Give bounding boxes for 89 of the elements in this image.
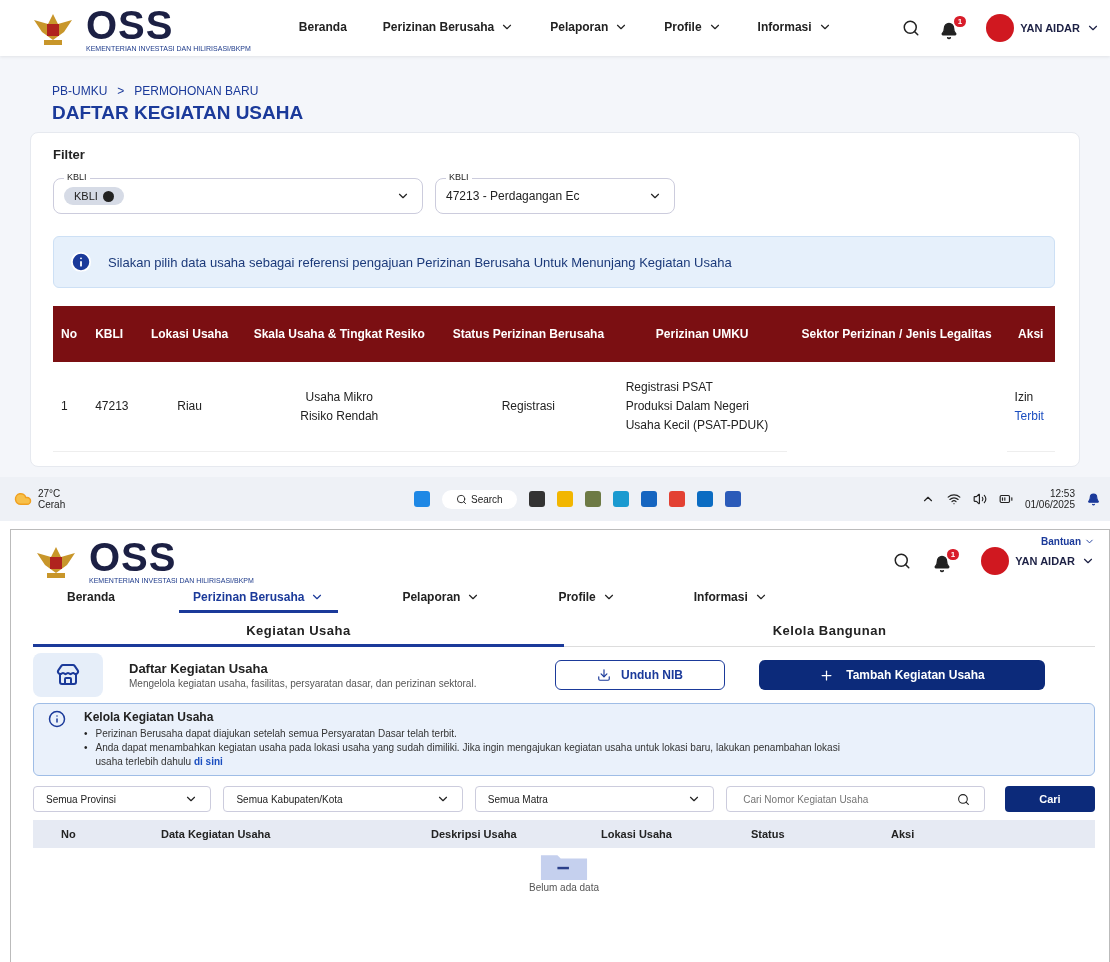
filter-title: Filter <box>53 147 86 162</box>
nav-item[interactable]: Informasi <box>749 19 840 37</box>
column-header: Lokasi Usaha <box>139 306 240 362</box>
tab[interactable]: Kegiatan Usaha <box>33 617 564 647</box>
notification-button[interactable]: 1 <box>940 16 967 40</box>
bullet-marker: • <box>84 741 88 755</box>
search-icon[interactable] <box>902 19 921 37</box>
column-header: No <box>53 306 88 362</box>
nav-item[interactable]: Pelaporan <box>542 19 637 37</box>
search-box[interactable]: Cari Nomor Kegiatan Usaha <box>726 786 985 812</box>
taskbar-search[interactable]: Search <box>442 489 517 509</box>
help-menu[interactable]: Bantuan <box>1041 536 1095 547</box>
notification-button[interactable]: 1 <box>933 548 960 573</box>
breadcrumb-item[interactable]: PERMOHONAN BARU <box>134 84 259 98</box>
clock[interactable]: 12:53 01/06/2025 <box>1024 488 1075 510</box>
app-icon[interactable] <box>724 491 741 507</box>
table-cell: Registrasi PSAT Produksi Dalam Negeri Usaha Kecil (PSAT-PDUK) <box>617 362 787 452</box>
plus-icon <box>819 667 835 683</box>
action-label: Izin <box>1014 389 1034 404</box>
terbit-link[interactable]: Terbit <box>1014 406 1047 426</box>
search-icon[interactable] <box>956 792 970 806</box>
logo-text: OSS <box>89 537 178 577</box>
nav-item[interactable]: Pelaporan <box>388 584 495 613</box>
column-header: Status Perizinan Berusaha <box>439 306 618 362</box>
info-text: Silakan pilih data usaha sebagai referensi pengajuan Perizinan Berusaha Untuk Menunjang Kegiatan Usaha <box>108 254 732 270</box>
select-field[interactable]: Semua Matra <box>474 786 715 812</box>
column-header: Sektor Perizinan / Jenis Legalitas <box>786 306 1007 362</box>
nav-item[interactable]: Profile <box>544 584 630 613</box>
weather-icon <box>14 490 32 508</box>
notification-badge: 1 <box>946 548 960 560</box>
info-icon <box>48 710 66 728</box>
info-icon <box>70 251 92 273</box>
column-header: No <box>61 828 77 840</box>
card-title: Daftar Kegiatan Usaha <box>129 661 269 676</box>
nav-item[interactable]: Beranda <box>53 584 130 613</box>
kbli-chip[interactable]: KBLI <box>64 187 124 205</box>
nav-item[interactable]: Profile <box>656 19 730 37</box>
app-icon[interactable] <box>640 491 657 507</box>
table-cell: Riau <box>139 362 240 452</box>
user-menu[interactable]: YAN AIDAR <box>986 14 1100 42</box>
app-icon[interactable] <box>528 491 545 507</box>
download-button[interactable]: Unduh NIB <box>555 660 725 690</box>
search-icon <box>456 493 467 505</box>
column-header: Aksi <box>891 828 916 840</box>
battery-icon[interactable] <box>998 492 1013 506</box>
breadcrumb-item[interactable]: PB-UMKU <box>52 84 108 98</box>
select-field[interactable]: Semua Provinsi <box>33 786 212 812</box>
column-header: Deskripsi Usaha <box>431 828 518 840</box>
logo-text: OSS <box>86 4 175 45</box>
select-field[interactable]: Semua Kabupaten/Kota <box>223 786 463 812</box>
empty-text: Belum ada data <box>528 882 600 893</box>
card-description: Mengelola kegiatan usaha, fasilitas, persyaratan dasar, dan perizinan sektoral. <box>129 678 478 689</box>
table-cell: 47213 <box>87 362 140 452</box>
folder-icon <box>538 852 590 880</box>
info-bullet: Perizinan Berusaha dapat diajukan setelah semua Persyaratan Dasar telah terbit. <box>95 727 457 741</box>
column-header: Perizinan UMKU <box>617 306 787 362</box>
table-cell: Usaha Mikro Risiko Rendah <box>239 362 440 452</box>
info-bullet: Anda dapat menambahkan kegiatan usaha pada lokasi usaha yang sudah dimiliki. Jika ingin mengajukan kegiatan usaha untuk lokasi baru, lakukan penambahan lokasi usaha terlebih dahulu di sini <box>95 741 841 769</box>
tab[interactable]: Kelola Bangunan <box>564 617 1095 647</box>
column-header: Status <box>751 828 786 840</box>
notification-badge: 1 <box>953 16 967 27</box>
avatar-icon <box>986 14 1015 42</box>
download-icon <box>597 668 611 682</box>
table-cell: Registrasi <box>439 362 618 452</box>
column-header: Aksi <box>1006 306 1055 362</box>
breadcrumb-item: > <box>117 84 125 98</box>
bullet-marker: • <box>84 727 88 741</box>
search-icon[interactable] <box>893 551 912 570</box>
column-header: KBLI <box>87 306 140 362</box>
bell-icon[interactable] <box>1087 492 1100 506</box>
column-header: Skala Usaha & Tingkat Resiko <box>239 306 440 362</box>
page-title: DAFTAR KEGIATAN USAHA <box>52 102 305 124</box>
table-cell: 1 <box>53 362 88 452</box>
speaker-icon[interactable] <box>972 492 987 506</box>
here-link[interactable]: di sini <box>193 756 223 767</box>
nav-item[interactable]: Beranda <box>290 19 355 37</box>
info-title: Kelola Kegiatan Usaha <box>84 710 215 724</box>
nav-item[interactable]: Perizinan Berusaha <box>374 19 523 37</box>
store-icon <box>56 663 80 687</box>
add-button[interactable]: Tambah Kegiatan Usaha <box>759 660 1045 690</box>
search-button[interactable]: Cari <box>1004 786 1095 812</box>
column-header: Lokasi Usaha <box>601 828 673 840</box>
user-menu[interactable]: YAN AIDAR <box>981 546 1095 575</box>
wifi-icon[interactable] <box>946 492 961 506</box>
nav-item[interactable]: Informasi <box>679 584 782 613</box>
avatar-icon <box>981 546 1010 575</box>
weather-text: 27°C Cerah <box>38 488 66 510</box>
column-header: Data Kegiatan Usaha <box>161 828 272 840</box>
nav-item[interactable]: Perizinan Berusaha <box>179 584 339 613</box>
